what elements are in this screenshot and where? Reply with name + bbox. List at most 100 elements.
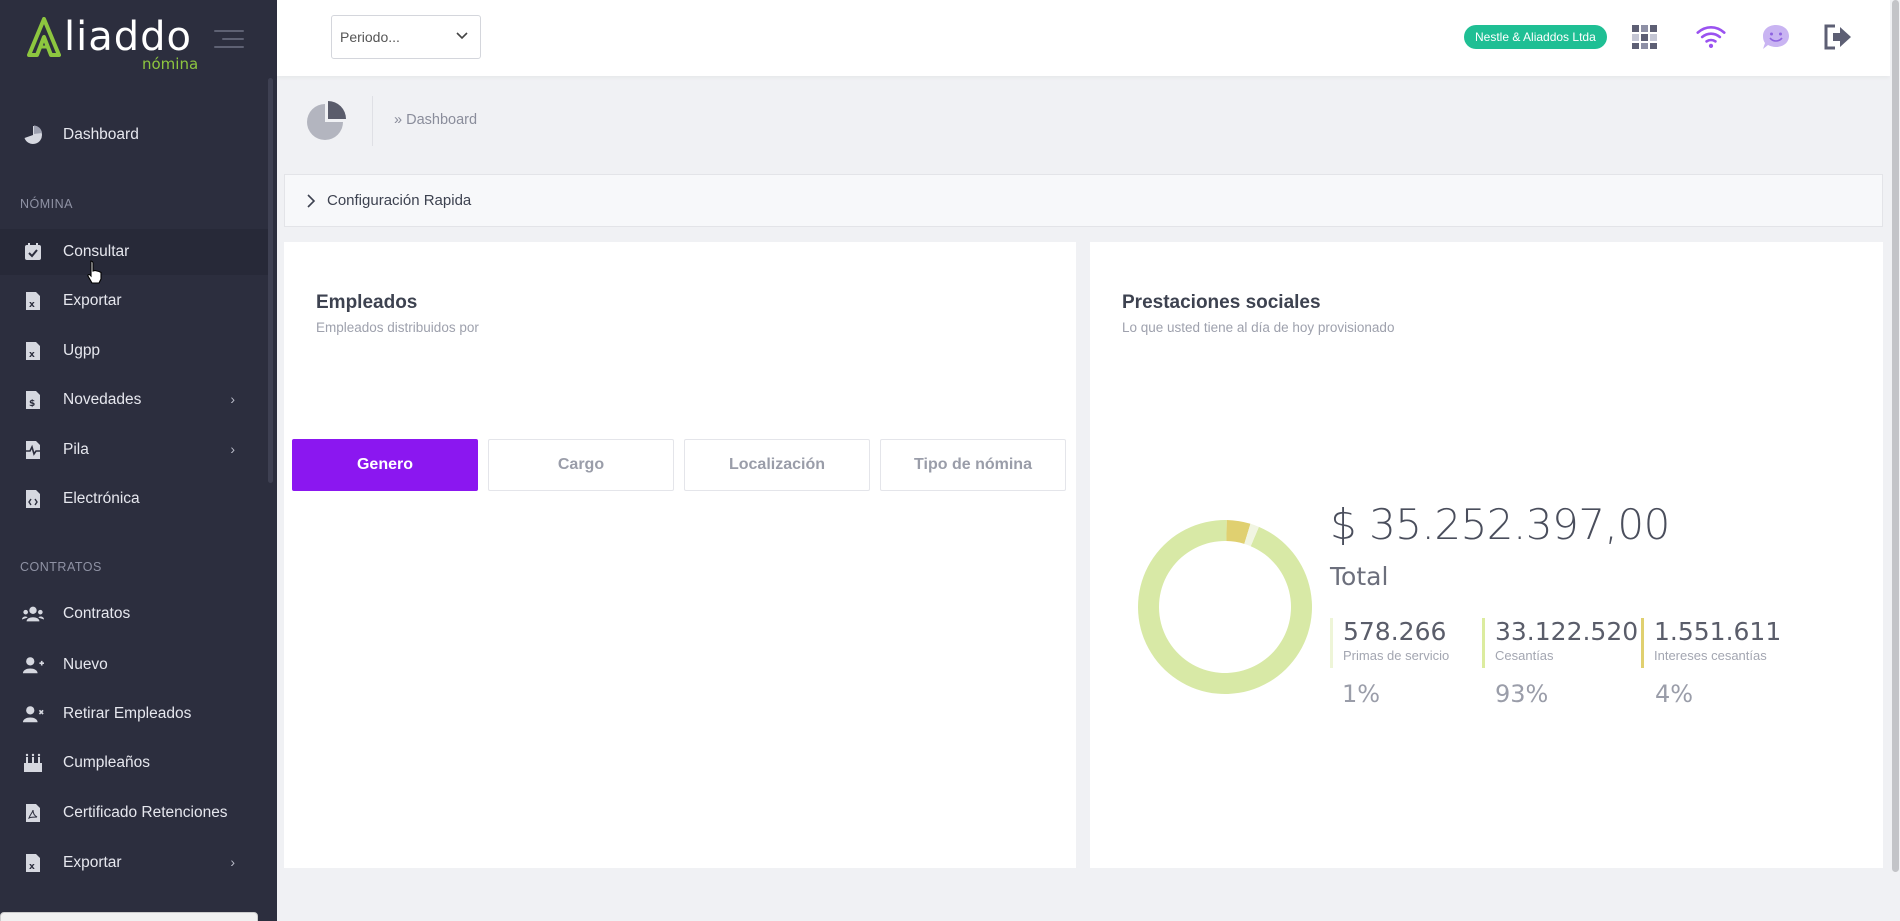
users-icon: [22, 603, 44, 625]
prestaciones-card: Prestaciones sociales Lo que usted tiene…: [1090, 242, 1883, 868]
wifi-icon[interactable]: [1696, 22, 1726, 52]
menu-toggle-icon[interactable]: [214, 30, 244, 48]
stat-cesantias: 33.122.520 Cesantías: [1482, 618, 1638, 668]
stat-percent-intereses: 4%: [1655, 680, 1694, 708]
money-file-icon: $: [22, 389, 44, 411]
svg-text:x: x: [29, 350, 35, 360]
svg-text:$: $: [29, 399, 35, 409]
calendar-check-icon: [22, 241, 44, 263]
sidebar-scrollbar[interactable]: [268, 78, 273, 483]
quick-config-accordion[interactable]: Configuración Rapida: [284, 174, 1883, 227]
company-badge[interactable]: Nestle & Aliaddos Ltda: [1464, 25, 1607, 49]
sidebar-item-cumpleanos[interactable]: Cumpleaños: [0, 740, 270, 786]
logo[interactable]: liaddo nómina: [24, 7, 200, 73]
status-tooltip: [0, 912, 258, 921]
divider: [372, 96, 373, 146]
sidebar-item-retirar-empleados[interactable]: Retirar Empleados: [0, 691, 270, 737]
total-label: Total: [1330, 562, 1389, 591]
period-select-value: Periodo...: [340, 29, 400, 45]
logo-wordmark: liaddo: [64, 14, 192, 60]
tab-genero[interactable]: Genero: [292, 439, 478, 491]
sidebar-item-electronica[interactable]: Electrónica: [0, 476, 270, 522]
pie-chart-icon: [307, 101, 346, 140]
sidebar-item-label: Ugpp: [63, 342, 101, 359]
section-title-contratos: CONTRATOS: [20, 560, 102, 574]
stat-value: 578.266: [1343, 617, 1447, 646]
chevron-right-icon: ›: [230, 441, 235, 457]
excel-file-icon: x: [22, 852, 44, 874]
svg-text:x: x: [29, 862, 35, 872]
sidebar-item-consultar[interactable]: Consultar: [0, 229, 270, 275]
empleados-tabs: Genero Cargo Localización Tipo de nómina: [292, 439, 1066, 491]
stat-intereses: 1.551.611 Intereses cesantías: [1641, 618, 1781, 668]
apps-grid-icon[interactable]: [1630, 22, 1660, 52]
stat-percent-primas: 1%: [1342, 680, 1381, 708]
sidebar-item-label: Dashboard: [63, 126, 139, 143]
stat-label: Primas de servicio: [1343, 648, 1450, 663]
empleados-subtitle: Empleados distribuidos por: [316, 320, 479, 335]
sidebar-item-label: Cumpleaños: [63, 754, 151, 771]
stat-value: 33.122.520: [1495, 617, 1639, 646]
chevron-right-icon: ›: [230, 854, 235, 870]
donut-slice-cesantías[interactable]: [1138, 520, 1312, 694]
topbar: Periodo... Nestle & Aliaddos Ltda: [277, 0, 1890, 76]
period-select[interactable]: Periodo...: [331, 15, 481, 59]
logout-icon[interactable]: [1823, 22, 1853, 52]
stat-percent-cesantias: 93%: [1495, 680, 1549, 708]
excel-file-icon: x: [22, 290, 44, 312]
logo-subtitle: nómina: [142, 55, 199, 73]
excel-file-icon: x: [22, 340, 44, 362]
stat-value: 1.551.611: [1654, 617, 1782, 646]
sidebar-item-label: Retirar Empleados: [63, 705, 192, 722]
chevron-down-icon: [456, 32, 468, 40]
mouse-pointer-icon: [87, 260, 102, 284]
pie-chart-icon: [22, 124, 44, 146]
section-title-nomina: NÓMINA: [20, 197, 73, 211]
total-value: $ 35.252.397,00: [1330, 500, 1670, 549]
prestaciones-title: Prestaciones sociales: [1122, 292, 1321, 313]
sidebar-item-label: Electrónica: [63, 490, 140, 507]
pulse-file-icon: [22, 439, 44, 461]
sidebar-item-nuevo[interactable]: Nuevo: [0, 642, 270, 688]
sidebar-item-pila[interactable]: Pila ›: [0, 427, 270, 473]
chevron-right-icon: [307, 193, 316, 208]
sidebar-item-label: Exportar: [63, 292, 122, 309]
sidebar-item-label: Consultar: [63, 243, 130, 260]
sidebar-item-dashboard[interactable]: Dashboard: [0, 112, 270, 158]
sidebar-item-novedades[interactable]: $ Novedades ›: [0, 377, 270, 423]
sidebar-item-label: Certificado Retenciones: [63, 804, 228, 821]
empleados-title: Empleados: [316, 292, 418, 313]
quick-config-label: Configuración Rapida: [327, 192, 472, 209]
brand: liaddo nómina: [0, 0, 277, 76]
birthday-cake-icon: [22, 752, 44, 774]
empleados-card: Empleados Empleados distribuidos por Gen…: [284, 242, 1076, 868]
page-scrollbar[interactable]: [1890, 0, 1900, 921]
sidebar: liaddo nómina Dashboard NÓMINA Consultar…: [0, 0, 277, 921]
sidebar-item-label: Exportar: [63, 854, 122, 871]
svg-text:x: x: [29, 300, 35, 310]
code-file-icon: [22, 488, 44, 510]
prestaciones-donut-chart: [1138, 520, 1312, 694]
sidebar-item-certificado-retenciones[interactable]: Certificado Retenciones: [0, 790, 270, 836]
logo-a-icon: [27, 17, 61, 57]
sidebar-item-exportar-contratos[interactable]: x Exportar ›: [0, 840, 270, 886]
sidebar-item-contratos[interactable]: Contratos: [0, 591, 270, 637]
tab-tipo-nomina[interactable]: Tipo de nómina: [880, 439, 1066, 491]
chevron-right-icon: ›: [230, 391, 235, 407]
subheader: » Dashboard: [277, 76, 1890, 166]
tab-cargo[interactable]: Cargo: [488, 439, 674, 491]
sidebar-item-label: Contratos: [63, 605, 131, 622]
sidebar-item-ugpp[interactable]: x Ugpp: [0, 328, 270, 374]
user-times-icon: [22, 703, 44, 725]
sidebar-item-exportar[interactable]: x Exportar: [0, 278, 270, 324]
breadcrumb[interactable]: » Dashboard: [394, 112, 477, 128]
tab-localizacion[interactable]: Localización: [684, 439, 870, 491]
sidebar-item-label: Novedades: [63, 391, 142, 408]
stat-primas: 578.266 Primas de servicio: [1330, 618, 1449, 668]
user-plus-icon: [22, 654, 44, 676]
sidebar-item-label: Pila: [63, 441, 89, 458]
stat-label: Cesantías: [1495, 648, 1554, 663]
pdf-file-icon: [22, 802, 44, 824]
chat-smile-icon[interactable]: [1761, 22, 1791, 52]
sidebar-item-label: Nuevo: [63, 656, 108, 673]
